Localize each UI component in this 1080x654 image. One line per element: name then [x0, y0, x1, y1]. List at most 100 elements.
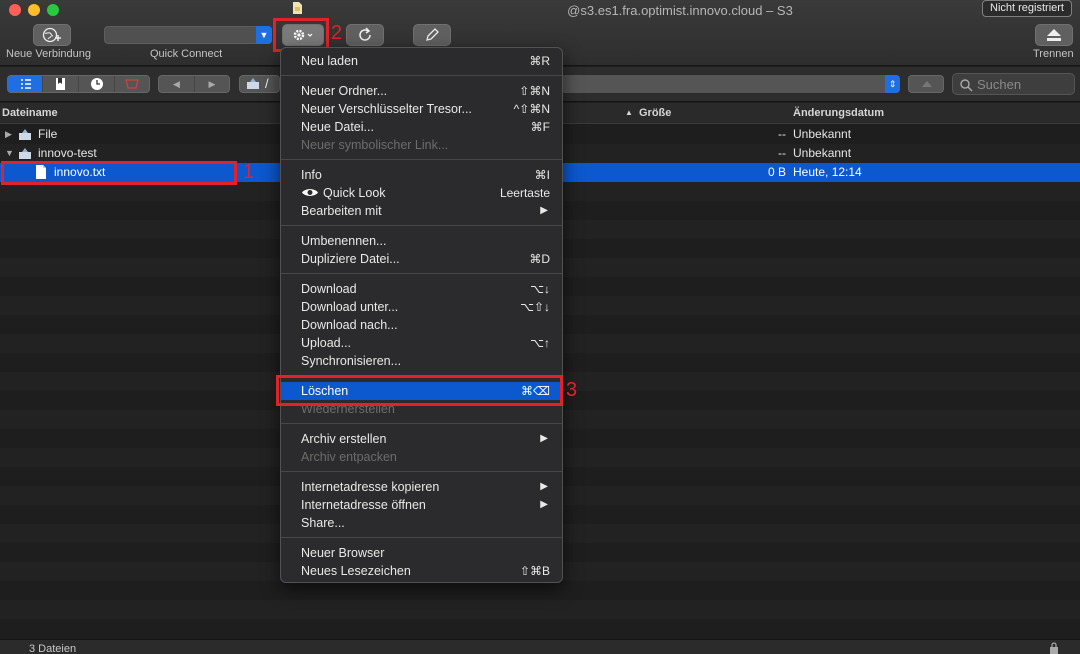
search-field[interactable]: Suchen	[952, 73, 1075, 95]
menu-separator	[281, 423, 562, 424]
bonjour-view-tab[interactable]	[115, 76, 149, 92]
lock-icon	[1050, 642, 1058, 654]
column-modified[interactable]: Änderungsdatum	[793, 107, 884, 119]
menu-item-shortcut: ⌥↑	[530, 336, 550, 350]
menu-item-edit-with[interactable]: Bearbeiten mit ▶	[281, 202, 562, 220]
disconnect-label: Trennen	[1033, 48, 1074, 60]
new-connection-button[interactable]	[33, 24, 71, 46]
submenu-arrow-icon: ▶	[540, 205, 548, 216]
new-connection-label: Neue Verbindung	[6, 48, 92, 60]
view-segmented-control[interactable]	[7, 75, 150, 93]
search-icon	[960, 79, 973, 92]
annotation-number-1: 1	[243, 161, 255, 183]
file-size: 0 B	[767, 165, 786, 179]
forward-button[interactable]: ▶	[195, 76, 229, 92]
annotation-box-1	[1, 161, 237, 185]
menu-item-refresh[interactable]: Neu laden ⌘R	[281, 52, 562, 70]
menu-item-upload[interactable]: Upload... ⌥↑	[281, 334, 562, 352]
menu-item-label: Share...	[301, 516, 345, 530]
menu-item-rename[interactable]: Umbenennen...	[281, 232, 562, 250]
eye-icon	[302, 189, 318, 196]
menu-item-synchronize[interactable]: Synchronisieren...	[281, 352, 562, 370]
menu-item-label: Info	[301, 168, 322, 182]
file-date: Unbekannt	[793, 146, 852, 160]
menu-separator	[281, 159, 562, 160]
bonjour-icon	[125, 79, 139, 89]
path-label: /	[265, 76, 269, 91]
menu-item-shortcut: ⌘I	[534, 168, 550, 182]
file-name: File	[38, 127, 58, 141]
menu-item-duplicate[interactable]: Dupliziere Datei... ⌘D	[281, 250, 562, 268]
menu-item-archive-create[interactable]: Archiv erstellen ▶	[281, 430, 562, 448]
eject-icon	[1047, 29, 1061, 41]
browser-view-tab[interactable]	[8, 76, 43, 92]
drive-icon	[19, 129, 31, 140]
disconnect-button[interactable]	[1035, 24, 1073, 46]
menu-item-shortcut: ⇧⌘N	[519, 84, 550, 98]
not-registered-button[interactable]: Nicht registriert	[982, 0, 1072, 17]
menu-item-quicklook[interactable]: Quick Look Leertaste	[281, 184, 562, 202]
file-size: --	[778, 127, 786, 141]
menu-item-shortcut: ⌥↓	[530, 282, 550, 296]
history-view-tab[interactable]	[79, 76, 115, 92]
drive-icon	[247, 78, 259, 89]
back-button[interactable]: ◀	[159, 76, 195, 92]
annotation-number-2: 2	[331, 22, 343, 44]
menu-item-new-bookmark[interactable]: Neues Lesezeichen ⇧⌘B	[281, 562, 562, 580]
chevron-updown-icon[interactable]: ⇕	[885, 75, 900, 93]
column-size[interactable]: Größe	[639, 107, 671, 119]
search-placeholder: Suchen	[977, 77, 1022, 92]
menu-item-new-folder[interactable]: Neuer Ordner... ⇧⌘N	[281, 82, 562, 100]
column-filename[interactable]: Dateiname	[2, 107, 58, 119]
sort-ascending-icon: ▲	[625, 108, 633, 117]
list-icon	[21, 79, 31, 89]
refresh-icon	[359, 27, 371, 41]
app-window: @s3.es1.fra.optimist.innovo.cloud – S3 N…	[0, 0, 1080, 654]
menu-item-label: Archiv entpacken	[301, 450, 397, 464]
menu-item-new-symlink: Neuer symbolischer Link...	[281, 136, 562, 154]
refresh-button[interactable]	[346, 24, 384, 46]
menu-item-shortcut: ⌥⇧↓	[520, 300, 550, 314]
menu-item-label: Umbenennen...	[301, 234, 387, 248]
clock-icon	[91, 78, 103, 90]
parent-directory-button[interactable]	[908, 75, 944, 93]
item-count: 3 Dateien	[29, 643, 77, 654]
menu-item-download-to[interactable]: Download nach...	[281, 316, 562, 334]
empty-row	[0, 600, 1080, 619]
menu-item-new-vault[interactable]: Neuer Verschlüsselter Tresor... ^⇧⌘N	[281, 100, 562, 118]
menu-item-label: Neuer Browser	[301, 546, 385, 560]
chevron-down-icon[interactable]: ▼	[256, 26, 272, 44]
menu-item-open-url[interactable]: Internetadresse öffnen ▶	[281, 496, 562, 514]
path-popup[interactable]: /	[239, 75, 280, 93]
menu-item-label: Neuer Verschlüsselter Tresor...	[301, 102, 472, 116]
menu-item-shortcut: ^⇧⌘N	[513, 102, 550, 116]
submenu-arrow-icon: ▶	[540, 481, 548, 492]
quick-connect-combobox[interactable]: ▼	[104, 26, 272, 44]
menu-separator	[281, 75, 562, 76]
menu-item-label: Download unter...	[301, 300, 399, 314]
menu-item-download[interactable]: Download ⌥↓	[281, 280, 562, 298]
menu-item-shortcut: Leertaste	[499, 186, 550, 200]
edit-button[interactable]	[413, 24, 451, 46]
menu-item-share[interactable]: Share...	[281, 514, 562, 532]
menu-item-download-as[interactable]: Download unter... ⌥⇧↓	[281, 298, 562, 316]
menu-item-label: Internetadresse kopieren	[301, 480, 440, 494]
disclosure-right-icon[interactable]: ▶	[5, 125, 12, 144]
up-arrow-icon	[922, 81, 932, 87]
drive-icon	[19, 148, 31, 159]
menu-item-label: Neu laden	[301, 54, 358, 68]
action-menu: Neu laden ⌘R Neuer Ordner... ⇧⌘N Neuer Ver…	[280, 47, 563, 583]
file-date: Heute, 12:14	[793, 165, 862, 179]
menu-item-new-browser[interactable]: Neuer Browser	[281, 544, 562, 562]
menu-item-new-file[interactable]: Neue Datei... ⌘F	[281, 118, 562, 136]
menu-separator	[281, 471, 562, 472]
submenu-arrow-icon: ▶	[540, 433, 548, 444]
menu-item-copy-url[interactable]: Internetadresse kopieren ▶	[281, 478, 562, 496]
menu-item-shortcut: ⌘R	[529, 54, 550, 68]
menu-item-info[interactable]: Info ⌘I	[281, 166, 562, 184]
bookmark-icon	[56, 78, 65, 90]
menu-item-label: Download nach...	[301, 318, 398, 332]
window-title: @s3.es1.fra.optimist.innovo.cloud – S3	[567, 3, 793, 18]
bookmarks-view-tab[interactable]	[43, 76, 79, 92]
path-selector[interactable]: ⇕	[563, 75, 900, 93]
